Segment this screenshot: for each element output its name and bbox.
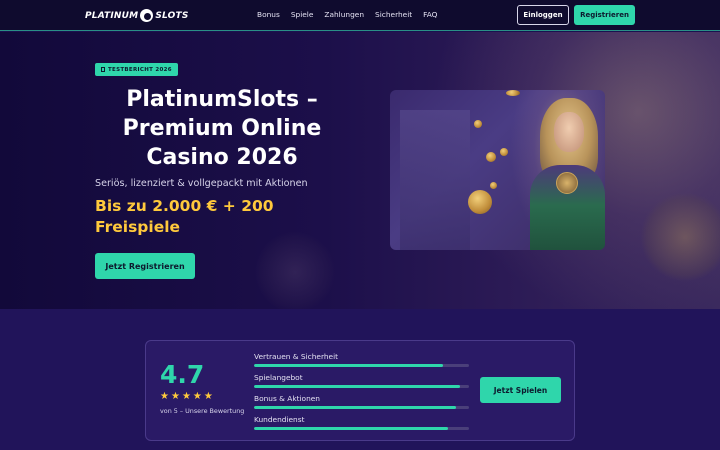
criterion-label: Vertrauen & Sicherheit [254, 352, 339, 361]
hero-subtitle: Seriös, lizenziert & vollgepackt mit Akt… [95, 178, 308, 189]
play-now-button[interactable]: Jetzt Spielen [480, 377, 561, 403]
nav-item-faq[interactable]: FAQ [423, 10, 437, 19]
criterion-bar-track [254, 385, 469, 388]
badge-icon [101, 67, 105, 72]
gold-coin-icon [500, 148, 508, 156]
criterion-trust: Vertrauen & Sicherheit [254, 352, 470, 367]
criterion-bar-fill [254, 364, 444, 367]
review-badge-label: TESTBERICHT 2026 [108, 66, 172, 73]
logo[interactable]: PLATINUM SLOTS [85, 8, 189, 23]
gold-coin-icon [506, 90, 520, 96]
bonus-offer-line: Freispiele [95, 218, 181, 236]
bonus-offer: Bis zu 2.000 € + 200 Freispiele [95, 196, 295, 238]
rating-caption: von 5 – Unsere Bewertung [160, 407, 245, 415]
character-emblem-icon [556, 172, 578, 194]
hero-title-line: Premium Online [122, 116, 322, 141]
gold-coin-icon [486, 152, 496, 162]
criterion-support: Kundendienst [254, 415, 470, 430]
register-button[interactable]: Registrieren [574, 5, 635, 25]
nav-item-sicherheit[interactable]: Sicherheit [375, 10, 412, 19]
site-header: PLATINUM SLOTS Bonus Spiele Zahlungen Si… [0, 0, 720, 31]
gold-coin-icon [490, 182, 497, 189]
criterion-label: Bonus & Aktionen [254, 394, 320, 403]
bonus-offer-line: Bis zu 2.000 € + 200 [95, 197, 274, 215]
star-icon: ★ [170, 391, 180, 402]
criterion-label: Kundendienst [254, 415, 305, 424]
hero-background-medal [640, 192, 720, 282]
criterion-bar-fill [254, 427, 448, 430]
logo-chip-icon [140, 9, 154, 22]
nav-item-zahlungen[interactable]: Zahlungen [324, 10, 364, 19]
logo-text-left: PLATINUM [85, 10, 139, 21]
criterion-bar-fill [254, 406, 457, 409]
nav-item-spiele[interactable]: Spiele [291, 10, 314, 19]
rating-stars: ★ ★ ★ ★ ★ [160, 391, 213, 402]
review-badge: TESTBERICHT 2026 [95, 63, 178, 76]
criterion-bar-fill [254, 385, 461, 388]
criterion-bar-track [254, 406, 469, 409]
hero-image-background [400, 110, 470, 250]
hero-background-coin [255, 232, 335, 309]
hero-title-line: Casino 2026 [146, 145, 298, 170]
star-icon: ★ [192, 391, 202, 402]
hero-character-image [390, 90, 605, 250]
star-icon: ★ [181, 391, 191, 402]
rating-score: 4.7 [160, 360, 205, 389]
logo-text-right: SLOTS [155, 10, 189, 21]
criterion-bonus: Bonus & Aktionen [254, 394, 470, 409]
hero-title-line: PlatinumSlots – [126, 87, 318, 112]
hero-register-button[interactable]: Jetzt Registrieren [95, 253, 195, 279]
hero-section: TESTBERICHT 2026 PlatinumSlots – Premium… [0, 32, 720, 309]
criterion-label: Spielangebot [254, 373, 303, 382]
hero-title: PlatinumSlots – Premium Online Casino 20… [95, 85, 349, 172]
character-face [554, 112, 584, 152]
criterion-games: Spielangebot [254, 373, 470, 388]
criterion-bar-track [254, 364, 469, 367]
star-icon: ★ [203, 391, 213, 402]
main-nav: Bonus Spiele Zahlungen Sicherheit FAQ [257, 10, 438, 19]
nav-item-bonus[interactable]: Bonus [257, 10, 280, 19]
gold-coin-icon [474, 120, 482, 128]
criterion-bar-track [254, 427, 469, 430]
star-icon: ★ [160, 391, 169, 402]
login-button[interactable]: Einloggen [517, 5, 569, 25]
gold-coin-icon [468, 190, 492, 214]
